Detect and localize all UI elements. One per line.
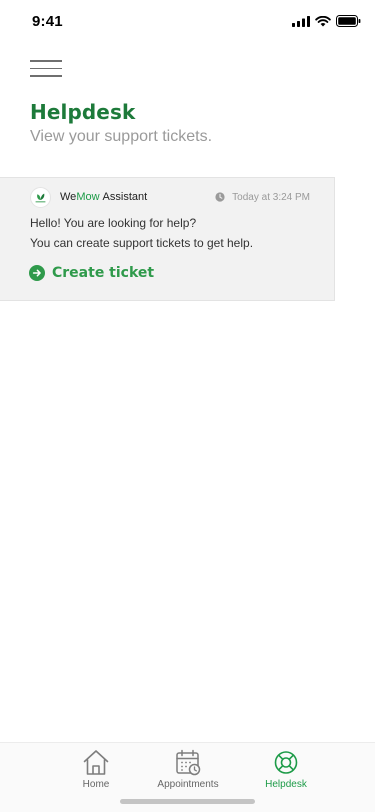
battery-icon: [336, 15, 361, 27]
menu-line: [30, 60, 62, 62]
message-header: We Mow Assistant Today at 3:24 PM: [30, 186, 310, 208]
message-timestamp: Today at 3:24 PM: [215, 192, 310, 203]
home-indicator[interactable]: [120, 799, 255, 804]
tab-label: Helpdesk: [265, 779, 307, 790]
menu-line: [30, 67, 62, 69]
message-text-line: You can create support tickets to get he…: [30, 236, 254, 250]
assistant-name: We Mow Assistant: [60, 191, 147, 203]
create-ticket-label: Create ticket: [52, 265, 155, 281]
tab-home[interactable]: Home: [51, 749, 141, 790]
arrow-right-circle-icon: [29, 265, 45, 281]
tab-label: Appointments: [157, 779, 219, 790]
create-ticket-button[interactable]: Create ticket: [29, 265, 154, 281]
assistant-label: Assistant: [102, 191, 148, 203]
lifebuoy-icon: [274, 751, 298, 774]
wemow-logo-avatar: [30, 186, 51, 208]
tab-helpdesk[interactable]: Helpdesk: [241, 749, 331, 790]
status-time: 9:41: [32, 13, 63, 30]
message-text-line: Hello! You are looking for help?: [30, 216, 197, 230]
cellular-signal-icon: [292, 15, 310, 27]
brand-we: We: [60, 191, 77, 203]
status-icons: [292, 15, 361, 27]
clock-icon: [215, 192, 225, 202]
tab-appointments[interactable]: Appointments: [143, 749, 233, 790]
status-bar: 9:41: [0, 0, 375, 44]
home-icon: [83, 750, 109, 775]
tab-label: Home: [82, 779, 110, 790]
page-title: Helpdesk: [30, 100, 136, 124]
menu-button[interactable]: [30, 60, 62, 80]
brand-mow: Mow: [76, 191, 100, 203]
timestamp-text: Today at 3:24 PM: [232, 191, 310, 203]
wifi-icon: [315, 15, 331, 26]
page-subtitle: View your support tickets.: [30, 128, 213, 145]
menu-line: [30, 75, 62, 77]
assistant-message-card: We Mow Assistant Today at 3:24 PM Hello! Y…: [0, 177, 335, 301]
leaf-logo-icon: [35, 193, 46, 202]
calendar-clock-icon: [176, 749, 201, 776]
